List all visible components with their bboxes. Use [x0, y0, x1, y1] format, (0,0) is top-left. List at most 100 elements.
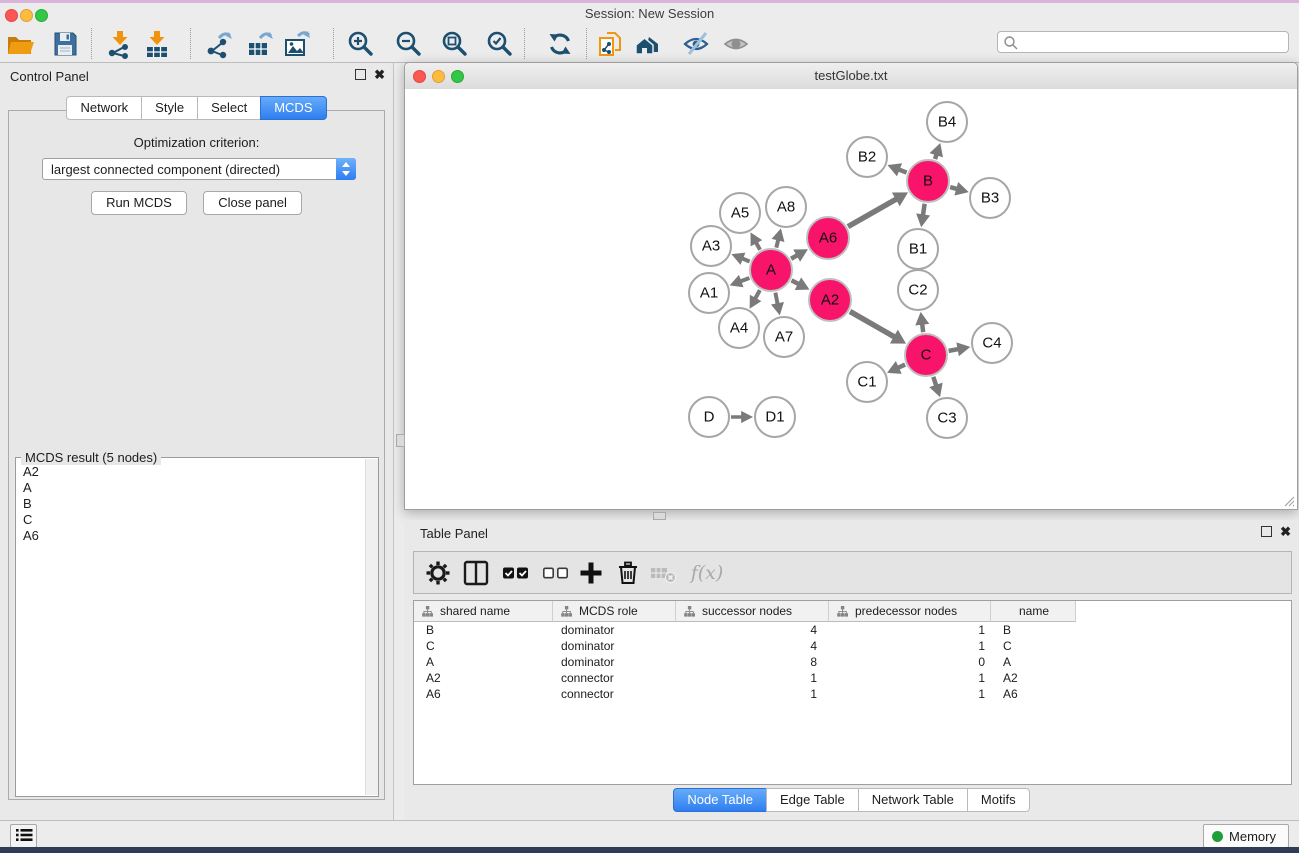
tab-select[interactable]: Select: [197, 96, 261, 120]
table-row[interactable]: A6connector11A6: [414, 686, 1291, 702]
graph-node-B3[interactable]: B3: [970, 178, 1010, 218]
mcds-result-item[interactable]: A6: [16, 528, 365, 544]
cell-name[interactable]: A: [991, 654, 1076, 670]
edge-B-B1[interactable]: [923, 204, 925, 216]
graph-node-A1[interactable]: A1: [689, 273, 729, 313]
unselect-all-columns-button[interactable]: [540, 558, 572, 588]
graph-node-D1[interactable]: D1: [755, 397, 795, 437]
task-history-button[interactable]: [10, 824, 37, 848]
tab-edge-table[interactable]: Edge Table: [766, 788, 859, 812]
import-table-button[interactable]: [140, 27, 174, 60]
graph-node-C1[interactable]: C1: [847, 362, 887, 402]
refresh-button[interactable]: [543, 27, 577, 60]
graph-node-C2[interactable]: C2: [898, 270, 938, 310]
tab-motifs[interactable]: Motifs: [967, 788, 1030, 812]
hide-graphics-button[interactable]: [679, 27, 713, 60]
cell-MCDS-role[interactable]: connector: [553, 670, 676, 686]
graph-node-A4[interactable]: A4: [719, 308, 759, 348]
split-divider-handle[interactable]: [396, 434, 405, 447]
cell-shared-name[interactable]: A2: [414, 670, 553, 686]
tab-network-table[interactable]: Network Table: [858, 788, 968, 812]
close-panel-button[interactable]: Close panel: [203, 191, 302, 215]
cell-name[interactable]: A2: [991, 670, 1076, 686]
graph-node-A6[interactable]: A6: [807, 217, 849, 259]
show-graphics-button[interactable]: [719, 27, 753, 60]
optimization-criterion-select[interactable]: largest connected component (directed): [42, 158, 356, 180]
network-canvas[interactable]: B4B2BB3A5A8A6A3AB1A1C2A2A4A7C4CC1C3DD1: [405, 89, 1297, 509]
save-session-button[interactable]: [48, 27, 82, 60]
search-field[interactable]: [997, 31, 1289, 53]
resize-grip-icon[interactable]: [1283, 495, 1295, 507]
settings-gear-button[interactable]: [422, 558, 454, 588]
zoom-selected-button[interactable]: [483, 27, 517, 60]
edge-A-A4[interactable]: [755, 290, 760, 299]
tab-style[interactable]: Style: [141, 96, 198, 120]
delete-table-button[interactable]: [648, 558, 680, 588]
cell-name[interactable]: C: [991, 638, 1076, 654]
column-header-name[interactable]: name: [991, 601, 1076, 622]
float-icon[interactable]: [355, 69, 366, 80]
run-mcds-button[interactable]: Run MCDS: [91, 191, 187, 215]
edge-A-A6[interactable]: [791, 255, 797, 259]
delete-column-button[interactable]: [612, 558, 644, 588]
tab-mcds[interactable]: MCDS: [260, 96, 326, 120]
graph-node-C4[interactable]: C4: [972, 323, 1012, 363]
table-row[interactable]: Bdominator41B: [414, 622, 1291, 638]
split-panel-button[interactable]: [460, 558, 492, 588]
close-icon[interactable]: ✖: [1280, 526, 1291, 537]
edge-B-B2[interactable]: [899, 169, 907, 172]
cell-successor-nodes[interactable]: 1: [676, 670, 829, 686]
edge-C-C3[interactable]: [933, 377, 936, 386]
cell-successor-nodes[interactable]: 1: [676, 686, 829, 702]
import-network-button[interactable]: [103, 27, 137, 60]
edge-C-C4[interactable]: [949, 349, 959, 351]
graph-node-C3[interactable]: C3: [927, 398, 967, 438]
edge-A2-C[interactable]: [850, 311, 895, 337]
column-header-successor-nodes[interactable]: successor nodes: [676, 601, 829, 622]
cell-MCDS-role[interactable]: connector: [553, 686, 676, 702]
table-row[interactable]: Cdominator41C: [414, 638, 1291, 654]
mcds-result-item[interactable]: B: [16, 496, 365, 512]
graph-node-D[interactable]: D: [689, 397, 729, 437]
cell-shared-name[interactable]: C: [414, 638, 553, 654]
graph-node-C[interactable]: C: [905, 334, 947, 376]
edge-B-B3[interactable]: [950, 187, 957, 189]
node-table[interactable]: shared nameMCDS rolesuccessor nodesprede…: [413, 600, 1292, 785]
cell-shared-name[interactable]: B: [414, 622, 553, 638]
column-header-shared-name[interactable]: shared name: [414, 601, 553, 622]
table-row[interactable]: A2connector11A2: [414, 670, 1291, 686]
cell-MCDS-role[interactable]: dominator: [553, 654, 676, 670]
cell-shared-name[interactable]: A6: [414, 686, 553, 702]
open-file-button[interactable]: [3, 27, 37, 60]
close-icon[interactable]: ✖: [374, 69, 385, 80]
cell-successor-nodes[interactable]: 4: [676, 622, 829, 638]
graph-node-A2[interactable]: A2: [809, 279, 851, 321]
cell-shared-name[interactable]: A: [414, 654, 553, 670]
cell-name[interactable]: B: [991, 622, 1076, 638]
mcds-result-item[interactable]: A: [16, 480, 365, 496]
export-table-button[interactable]: [243, 27, 277, 60]
edge-A-A8[interactable]: [776, 239, 778, 247]
graph-node-A3[interactable]: A3: [691, 226, 731, 266]
edge-C-C1[interactable]: [898, 365, 905, 368]
split-divider-handle[interactable]: [653, 512, 666, 520]
edge-A-A3[interactable]: [742, 258, 750, 261]
add-column-button[interactable]: [575, 558, 607, 588]
graph-node-B[interactable]: B: [907, 160, 949, 202]
houses-button[interactable]: [631, 27, 665, 60]
network-window-titlebar[interactable]: testGlobe.txt: [405, 63, 1297, 90]
graph-node-A[interactable]: A: [750, 249, 792, 291]
graph-node-B2[interactable]: B2: [847, 137, 887, 177]
edge-C-C2[interactable]: [922, 324, 923, 332]
cell-predecessor-nodes[interactable]: 1: [829, 622, 991, 638]
graph-node-A5[interactable]: A5: [720, 193, 760, 233]
mcds-result-item[interactable]: C: [16, 512, 365, 528]
cell-predecessor-nodes[interactable]: 0: [829, 654, 991, 670]
edge-A-A5[interactable]: [756, 242, 760, 249]
table-row[interactable]: Adominator80A: [414, 654, 1291, 670]
graph-node-A7[interactable]: A7: [764, 317, 804, 357]
cell-successor-nodes[interactable]: 8: [676, 654, 829, 670]
graph-node-A8[interactable]: A8: [766, 187, 806, 227]
zoom-fit-button[interactable]: [438, 27, 472, 60]
cell-predecessor-nodes[interactable]: 1: [829, 670, 991, 686]
